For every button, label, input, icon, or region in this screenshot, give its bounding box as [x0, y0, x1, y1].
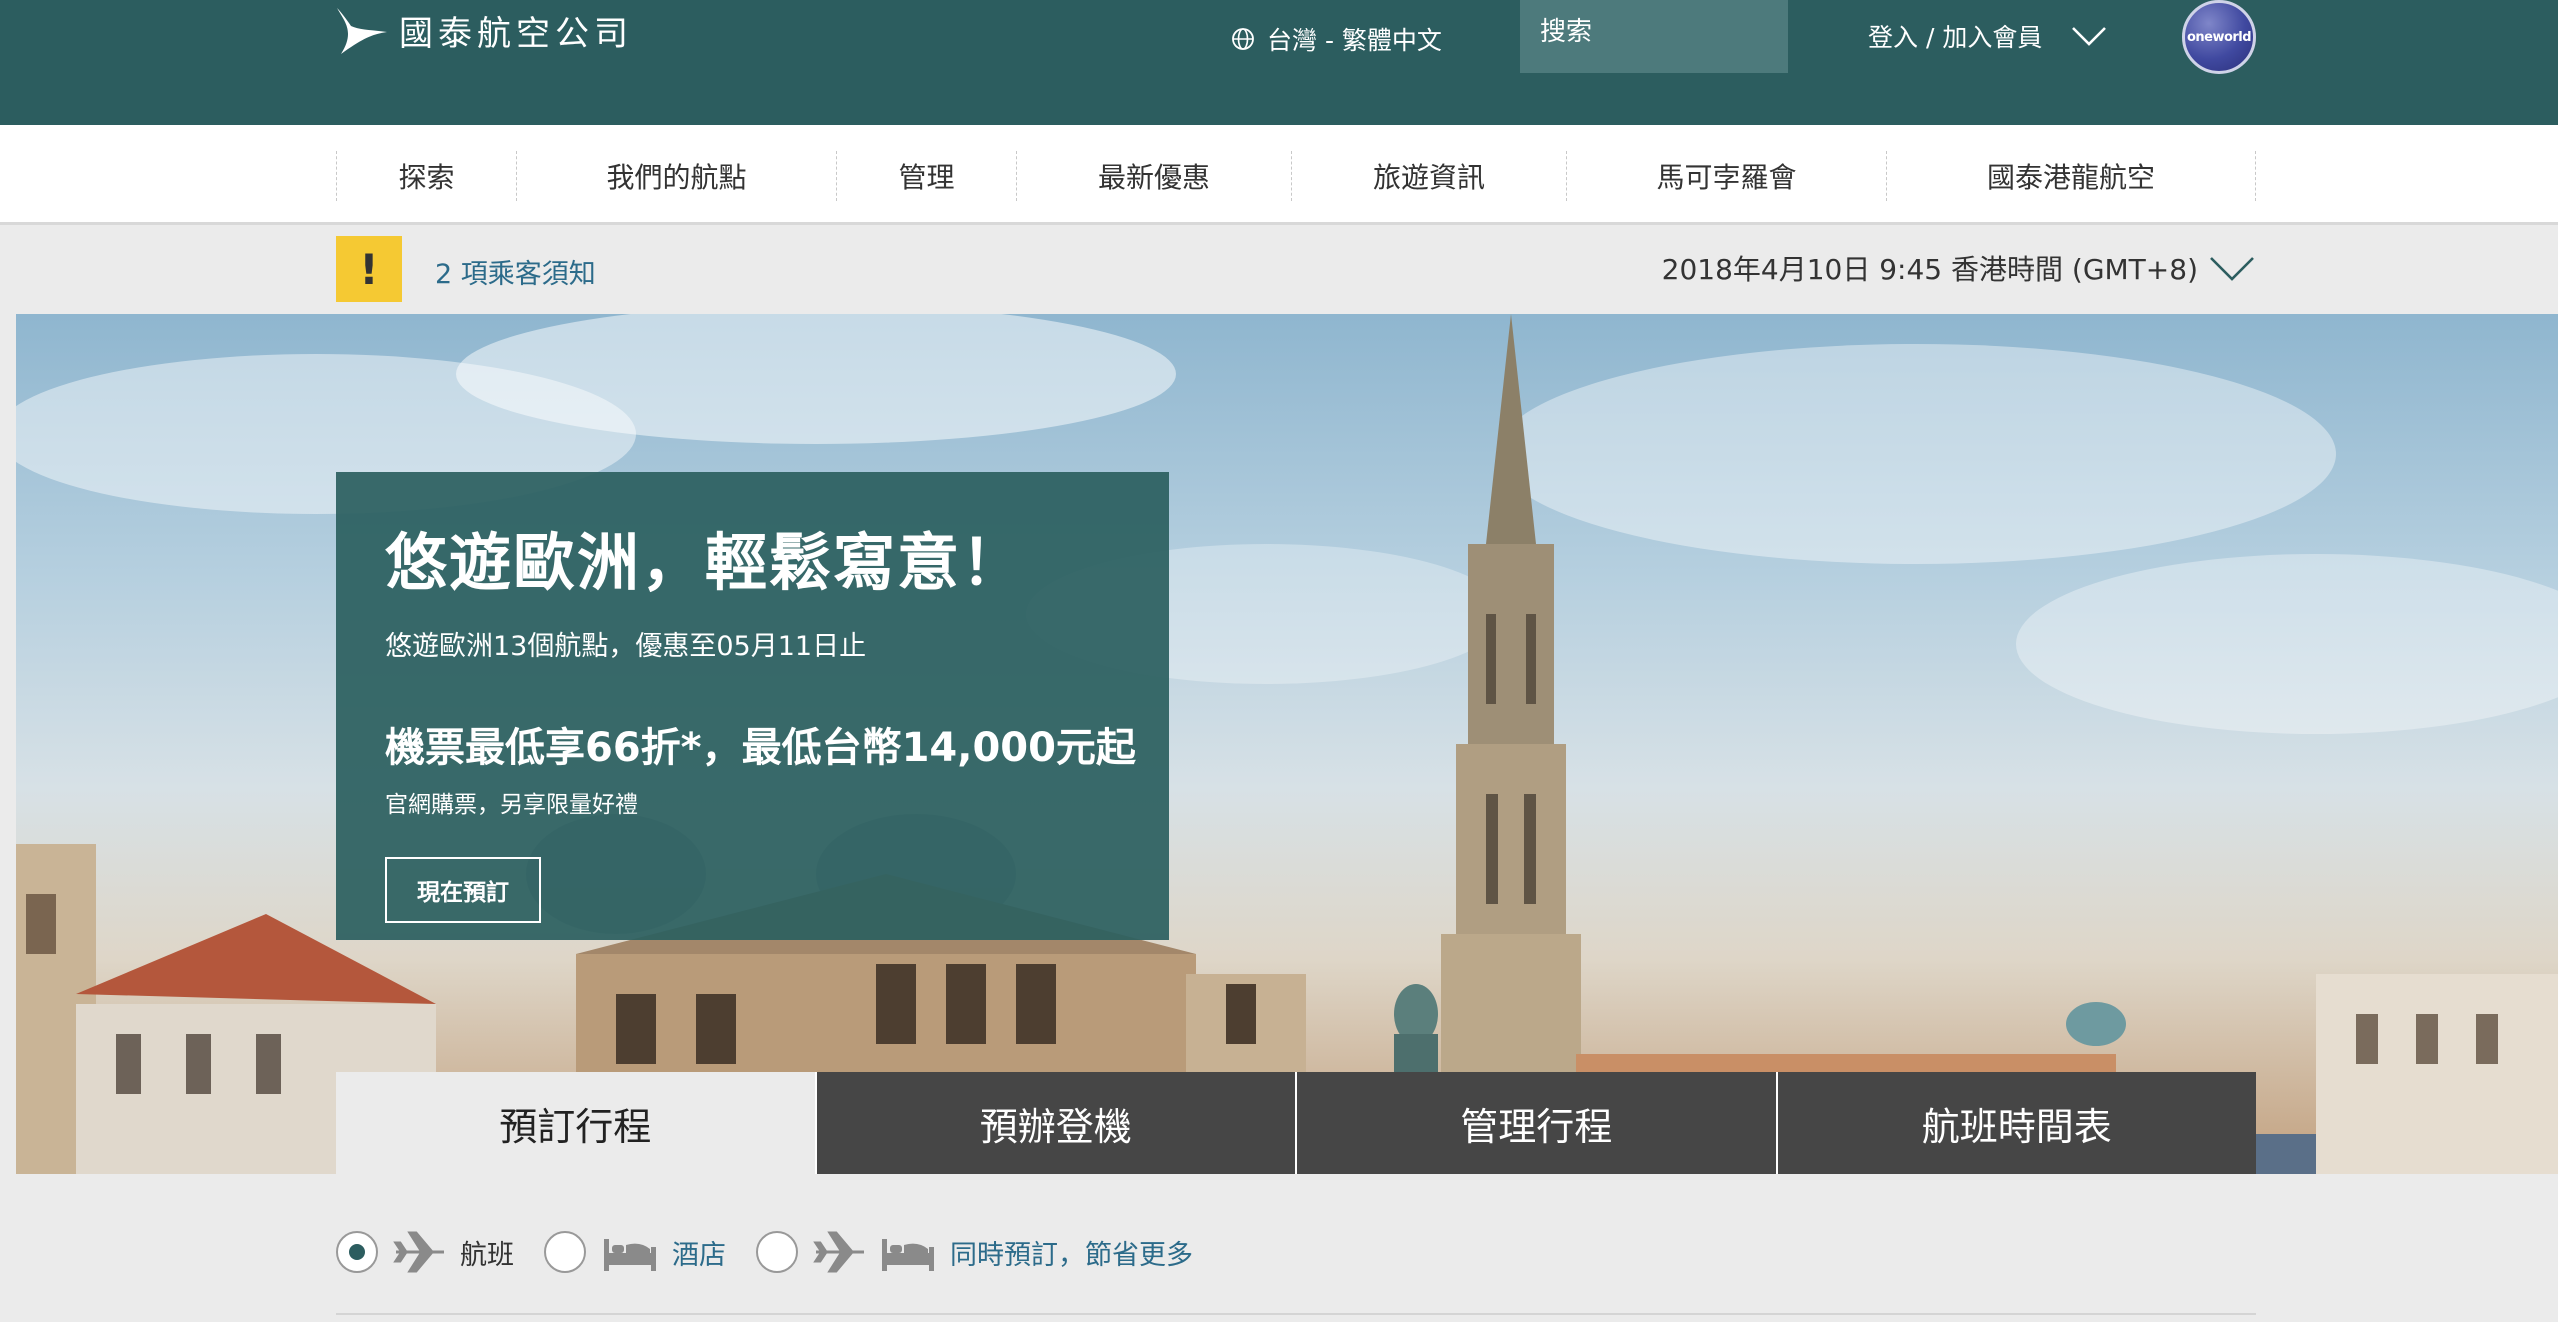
hotel-radio[interactable] [544, 1231, 586, 1273]
divider [336, 1313, 2256, 1315]
brushwing-logo-icon [337, 8, 387, 54]
bed-icon [604, 1239, 656, 1271]
promo-panel: 悠遊歐洲，輕鬆寫意！ 悠遊歐洲13個航點，優惠至05月11日止 機票最低享66折… [336, 472, 1169, 940]
oneworld-label: oneworld [2186, 29, 2252, 45]
chevron-down-icon [2072, 27, 2107, 46]
top-header: 國泰航空公司 台灣 - 繁體中文 登入 / 加入會員 oneworld [0, 0, 2558, 125]
chevron-down-icon [2210, 257, 2254, 281]
promo-subtitle: 悠遊歐洲13個航點，優惠至05月11日止 [385, 631, 867, 662]
datetime-label: 2018年4月10日 9:45 香港時間 (GMT+8) [1661, 253, 2198, 286]
search-box[interactable] [1520, 0, 1864, 73]
globe-icon [1232, 28, 1254, 50]
flight-label: 航班 [460, 1239, 514, 1271]
tab-manage-booking[interactable]: 管理行程 [1295, 1072, 1776, 1174]
nav-item-manage[interactable]: 管理 [837, 151, 1017, 201]
flight-radio[interactable] [336, 1231, 378, 1273]
nav-item-marco-polo[interactable]: 馬可孛羅會 [1567, 151, 1887, 201]
book-now-button[interactable]: 現在預訂 [385, 857, 541, 923]
combo-label: 同時預訂，節省更多 [950, 1239, 1193, 1271]
bed-icon [882, 1239, 934, 1271]
option-flight-hotel[interactable]: 同時預訂，節省更多 [756, 1227, 1193, 1277]
datetime-toggle[interactable]: 2018年4月10日 9:45 香港時間 (GMT+8) [1662, 248, 2256, 288]
nav-item-dragonair[interactable]: 國泰港龍航空 [1887, 151, 2256, 201]
tab-flight-timetable[interactable]: 航班時間表 [1775, 1072, 2256, 1174]
promo-offer: 機票最低享66折*，最低台幣14,000元起 [385, 725, 1136, 771]
language-selector[interactable]: 台灣 - 繁體中文 [1231, 18, 1442, 60]
login-label: 登入 / 加入會員 [1868, 23, 2043, 52]
oneworld-logo[interactable]: oneworld [2182, 0, 2256, 74]
promo-title: 悠遊歐洲，輕鬆寫意！ [385, 526, 1026, 599]
combo-radio[interactable] [756, 1231, 798, 1273]
option-flight[interactable]: 航班 [336, 1227, 514, 1277]
nav-item-explore[interactable]: 探索 [337, 151, 517, 201]
nav-item-destinations[interactable]: 我們的航點 [517, 151, 837, 201]
login-join-button[interactable]: 登入 / 加入會員 [1868, 14, 2108, 58]
booking-type-options: 航班 酒店 同時預訂，節省更多 [336, 1222, 1223, 1282]
airplane-icon [813, 1231, 864, 1273]
notice-bar: ! 2 項乘客須知 2018年4月10日 9:45 香港時間 (GMT+8) [0, 228, 2558, 314]
warning-icon: ! [336, 236, 402, 302]
logo-text: 國泰航空公司 [399, 13, 633, 54]
main-navigation: 探索 我們的航點 管理 最新優惠 旅遊資訊 馬可孛羅會 國泰港龍航空 [0, 125, 2558, 225]
cathay-logo[interactable]: 國泰航空公司 [333, 0, 633, 60]
passenger-notice-link[interactable]: 2 項乘客須知 [435, 252, 596, 291]
airplane-icon [393, 1231, 444, 1273]
option-hotel[interactable]: 酒店 [544, 1227, 726, 1277]
language-label: 台灣 - 繁體中文 [1267, 26, 1442, 55]
hotel-label: 酒店 [672, 1239, 726, 1271]
nav-item-travel-info[interactable]: 旅遊資訊 [1292, 151, 1567, 201]
promo-offer-note: 官網購票，另享限量好禮 [385, 792, 638, 818]
tab-book-trip[interactable]: 預訂行程 [336, 1072, 815, 1174]
search-input[interactable] [1540, 11, 1864, 52]
booking-tabs: 預訂行程 預辦登機 管理行程 航班時間表 [336, 1072, 2256, 1174]
tab-check-in[interactable]: 預辦登機 [814, 1072, 1295, 1174]
nav-item-offers[interactable]: 最新優惠 [1017, 151, 1292, 201]
